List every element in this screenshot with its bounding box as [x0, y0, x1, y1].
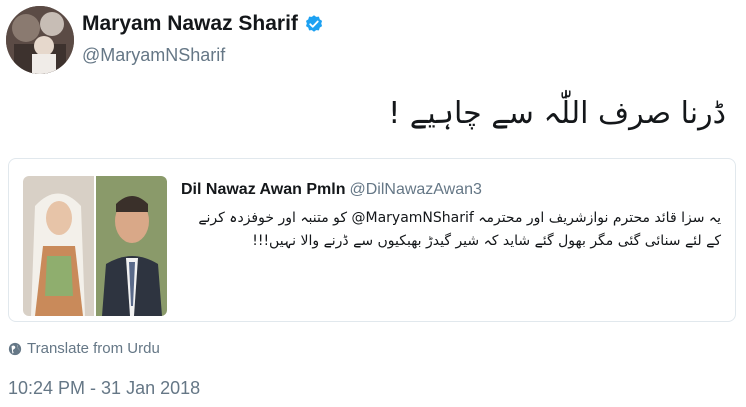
translate-label[interactable]: Translate from Urdu: [27, 340, 160, 357]
author-name[interactable]: Maryam Nawaz Sharif: [82, 12, 298, 36]
quoted-author-row[interactable]: Dil Nawaz Awan Pmln @DilNawazAwan3: [181, 181, 482, 199]
quoted-tweet-text: یہ سزا قائد محترم نوازشریف اور محترمہ Ma…: [198, 210, 721, 249]
quoted-photo-right: [96, 176, 167, 316]
tweet-timestamp[interactable]: 10:24 PM - 31 Jan 2018: [8, 378, 200, 399]
translate-link[interactable]: Translate from Urdu: [8, 340, 160, 357]
verified-badge-icon: [305, 15, 323, 32]
tweet-text: ڈرنا صرف اللّٰہ سے چاہیے !: [388, 96, 726, 131]
quoted-photo-left: [23, 176, 94, 316]
quoted-author-name[interactable]: Dil Nawaz Awan Pmln: [181, 181, 345, 198]
quoted-author-handle[interactable]: @DilNawazAwan3: [349, 181, 481, 198]
author-avatar[interactable]: [6, 6, 74, 74]
quoted-tweet-card[interactable]: Dil Nawaz Awan Pmln @DilNawazAwan3 یہ سزا…: [8, 158, 736, 322]
avatar-photo: [6, 6, 74, 74]
author-name-row[interactable]: Maryam Nawaz Sharif: [82, 12, 324, 36]
author-handle[interactable]: @MaryamNSharif: [82, 45, 225, 66]
quoted-tweet-image[interactable]: [23, 176, 167, 316]
globe-icon: [8, 342, 22, 355]
